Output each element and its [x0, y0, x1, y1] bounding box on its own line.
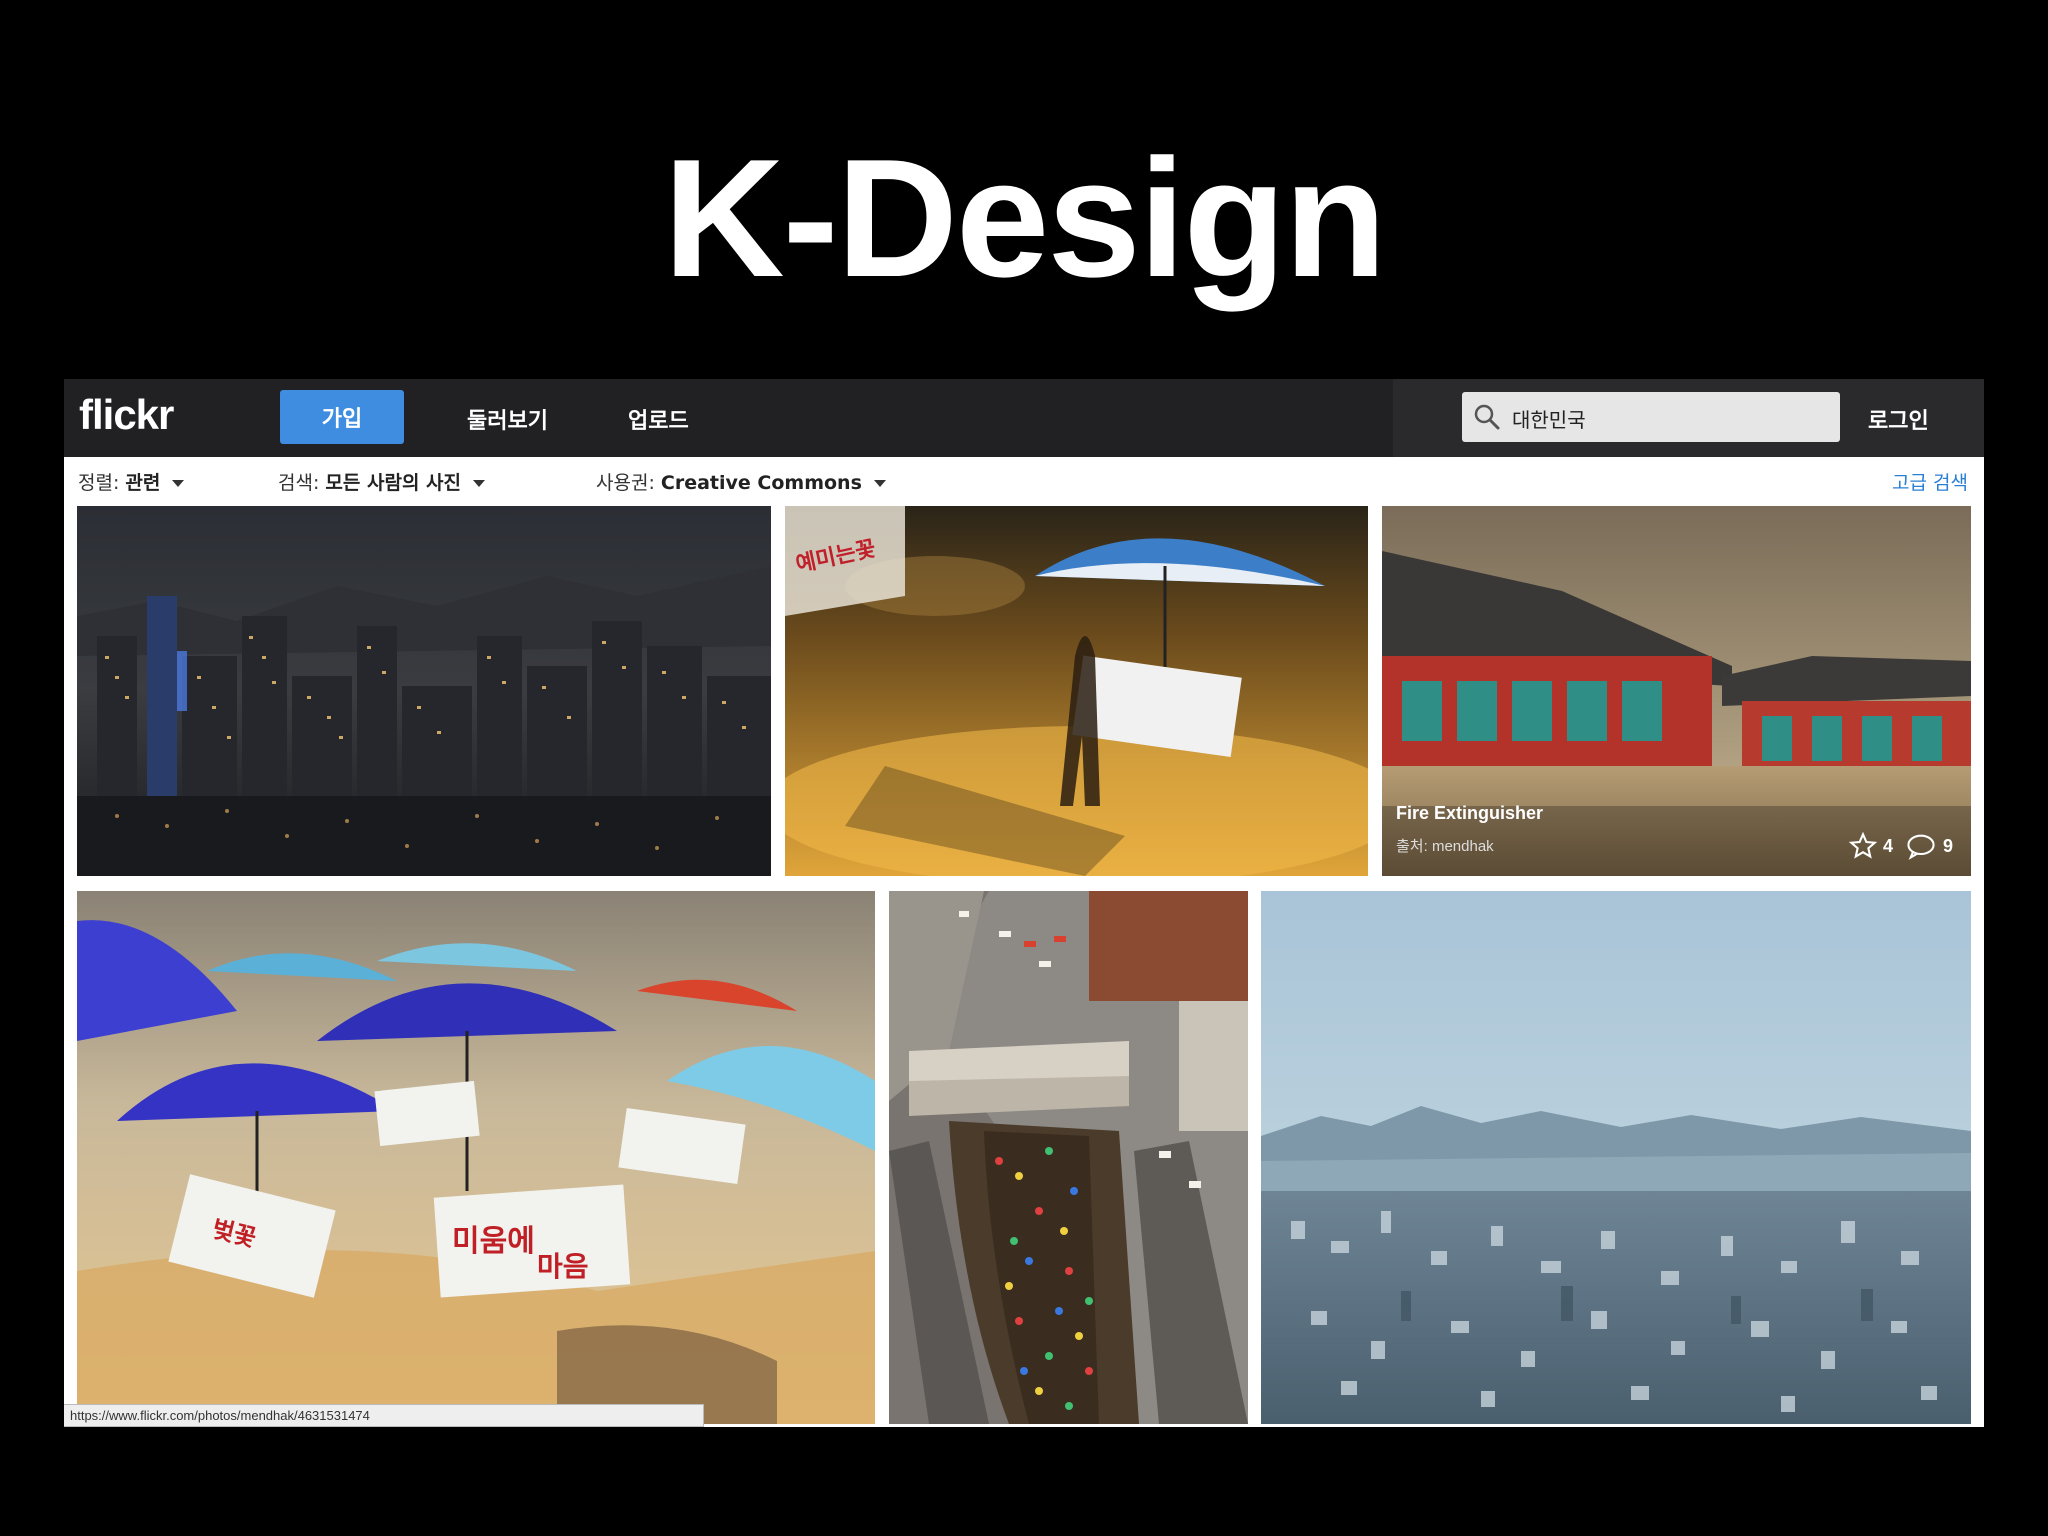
photo-title[interactable]: Fire Extinguisher — [1396, 803, 1543, 824]
license-dropdown[interactable]: 사용권: Creative Commons — [596, 468, 886, 495]
nav-explore[interactable]: 둘러보기 — [467, 403, 548, 435]
search-scope-value: 모든 사람의 사진 — [325, 472, 462, 494]
flickr-screenshot: flickr 가입 둘러보기 업로드 대한민국 로그인 정렬: 관련 검색: 모… — [64, 379, 1984, 1427]
license-value: Creative Commons — [660, 472, 862, 494]
slide-title: K-Design — [663, 124, 1386, 312]
favorites-count: 4 — [1882, 835, 1893, 856]
login-link[interactable]: 로그인 — [1868, 403, 1929, 435]
photo-seoul-panorama — [1261, 891, 1971, 1424]
photo-blue-umbrellas: 미움에 마음 벚꽃 — [77, 891, 875, 1424]
comments-count: 9 — [1942, 835, 1953, 856]
photo-seoul-night — [77, 506, 771, 876]
sort-label: 정렬: — [78, 472, 120, 494]
svg-text:미움에: 미움에 — [452, 1224, 535, 1259]
photo-author-prefix: 출처: — [1396, 838, 1428, 855]
advanced-search-link[interactable]: 고급 검색 — [1892, 468, 1968, 495]
photo-stream-aerial — [889, 891, 1248, 1424]
photo-tile[interactable]: Fire Extinguisher 출처: mendhak 4 9 — [1382, 506, 1971, 876]
join-button[interactable]: 가입 — [280, 390, 404, 444]
comment-icon[interactable] — [1905, 832, 1937, 860]
photo-tile[interactable] — [889, 891, 1248, 1424]
status-bar-url: https://www.flickr.com/photos/mendhak/46… — [64, 1404, 704, 1427]
svg-text:마음: 마음 — [537, 1250, 589, 1283]
sort-dropdown[interactable]: 정렬: 관련 — [78, 468, 185, 495]
sort-value: 관련 — [125, 472, 161, 494]
chevron-down-icon — [172, 480, 185, 487]
photo-tile[interactable]: 예미는꽃 — [785, 506, 1368, 876]
search-icon — [1474, 404, 1500, 430]
top-navigation-bar: flickr 가입 둘러보기 업로드 대한민국 로그인 — [64, 379, 1984, 457]
photo-tile[interactable] — [1261, 891, 1971, 1424]
flickr-logo[interactable]: flickr — [79, 391, 174, 439]
license-label: 사용권: — [596, 472, 655, 494]
search-query: 대한민국 — [1512, 408, 1586, 432]
search-scope-label: 검색: — [278, 472, 320, 494]
chevron-down-icon — [873, 480, 886, 487]
filter-bar: 정렬: 관련 검색: 모든 사람의 사진 사용권: Creative Commo… — [64, 457, 1984, 503]
chevron-down-icon — [473, 480, 486, 487]
search-scope-dropdown[interactable]: 검색: 모든 사람의 사진 — [278, 468, 486, 495]
photo-stats: 4 9 — [1848, 832, 1953, 860]
photo-author-name: mendhak — [1431, 838, 1494, 855]
photo-author[interactable]: 출처: mendhak — [1396, 835, 1494, 856]
photo-umbrella-silhouette: 예미는꽃 — [785, 506, 1368, 876]
star-icon[interactable] — [1848, 832, 1877, 860]
nav-upload[interactable]: 업로드 — [628, 403, 689, 435]
photo-tile[interactable] — [77, 506, 771, 876]
search-input[interactable]: 대한민국 — [1462, 392, 1840, 442]
photo-tile[interactable]: 미움에 마음 벚꽃 — [77, 891, 875, 1424]
